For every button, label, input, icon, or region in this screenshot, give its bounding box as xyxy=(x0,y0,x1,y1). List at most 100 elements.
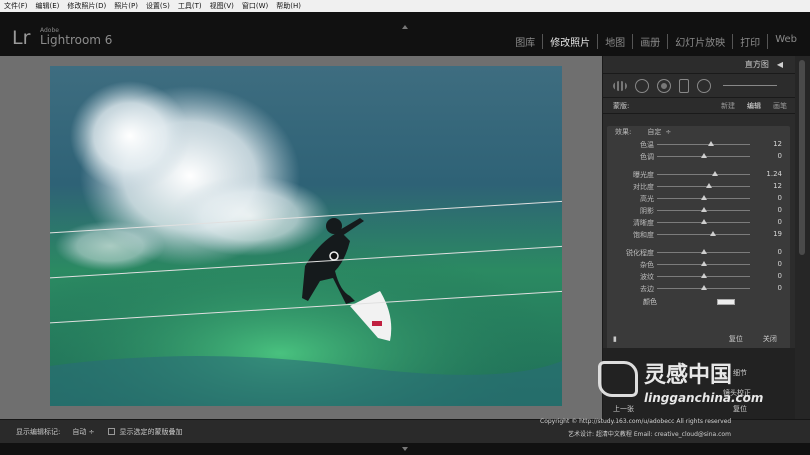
close-button[interactable]: 关闭 xyxy=(763,334,777,344)
menu-item[interactable]: 设置(S) xyxy=(146,1,170,11)
menu-item[interactable]: 编辑(E) xyxy=(36,1,60,11)
color-label: 颜色 xyxy=(643,298,657,306)
scroll-thumb[interactable] xyxy=(799,60,805,255)
menu-bar: 文件(F) 编辑(E) 修改照片(D) 照片(P) 设置(S) 工具(T) 视图(V) 窗口(… xyxy=(0,0,810,12)
mask-brush-button[interactable]: 画笔 xyxy=(773,101,787,111)
filmstrip-bar xyxy=(0,443,810,455)
slider-row: 清晰度 0 xyxy=(607,216,790,228)
copyright-line-2: 艺术设计: 超清中文教程 Email: creative_cloud@sina.… xyxy=(568,431,731,438)
gradient-filter-overlay[interactable] xyxy=(50,66,562,406)
slider-label: 波纹 xyxy=(640,273,654,281)
slider-knob[interactable] xyxy=(700,285,707,290)
slider-label: 曝光度 xyxy=(633,171,654,179)
mask-toggle-icon[interactable]: ▮ xyxy=(613,335,617,343)
slider-value[interactable]: 0 xyxy=(778,194,782,202)
slider-knob[interactable] xyxy=(700,273,707,278)
slider-knob[interactable] xyxy=(706,183,713,188)
slider-knob[interactable] xyxy=(700,195,707,200)
menu-item[interactable]: 照片(P) xyxy=(114,1,138,11)
effect-preset-select[interactable]: 自定 xyxy=(647,127,661,137)
collapse-triangle-icon[interactable]: ◀ xyxy=(777,60,783,69)
slider-knob[interactable] xyxy=(707,141,714,146)
slider-row: 饱和度 19 xyxy=(607,228,790,240)
module-5[interactable]: 打印 xyxy=(733,34,769,49)
slider-value[interactable]: 12 xyxy=(773,140,782,148)
slider-value[interactable]: 0 xyxy=(778,284,782,292)
collapse-top-arrow-icon[interactable] xyxy=(402,25,408,29)
slider-row: 色调 0 xyxy=(607,150,790,162)
slider-value[interactable]: 0 xyxy=(778,152,782,160)
effect-dropdown-icon[interactable]: ÷ xyxy=(665,128,671,136)
color-swatch[interactable] xyxy=(717,299,735,305)
slider-track[interactable] xyxy=(657,186,750,187)
slider-label: 饱和度 xyxy=(633,231,654,239)
slider-label: 清晰度 xyxy=(633,219,654,227)
slider-knob[interactable] xyxy=(700,153,707,158)
menu-item[interactable]: 工具(T) xyxy=(178,1,202,11)
mask-new-button[interactable]: 新建 xyxy=(721,101,735,111)
histogram-header[interactable]: 直方图 ◀ xyxy=(603,56,795,74)
mask-edit-button[interactable]: 编辑 xyxy=(747,101,761,111)
slider-row: 阴影 0 xyxy=(607,204,790,216)
slider-row: 波纹 0 xyxy=(607,270,790,282)
radial-filter-icon[interactable] xyxy=(679,78,689,93)
spot-removal-icon[interactable] xyxy=(635,78,649,93)
show-overlay-label: 显示编辑标记: xyxy=(16,427,61,436)
module-4[interactable]: 幻灯片放映 xyxy=(668,34,734,49)
slider-label: 阴影 xyxy=(640,207,654,215)
tool-strip xyxy=(603,74,795,98)
slider-value[interactable]: 1.24 xyxy=(766,170,782,178)
slider-value[interactable]: 0 xyxy=(778,272,782,280)
menu-item[interactable]: 窗口(W) xyxy=(242,1,268,11)
photo-canvas[interactable] xyxy=(0,56,602,419)
slider-row: 高光 0 xyxy=(607,192,790,204)
show-mask-checkbox[interactable] xyxy=(108,428,116,435)
watermark-logo-icon xyxy=(598,361,638,397)
collapse-bottom-arrow-icon[interactable] xyxy=(402,447,408,451)
module-0[interactable]: 图库 xyxy=(508,34,544,49)
effect-row: 效果: 自定 ÷ xyxy=(607,126,790,138)
menu-item[interactable]: 视图(V) xyxy=(210,1,234,11)
slider-label: 色调 xyxy=(640,153,654,161)
module-1[interactable]: 修改照片 xyxy=(543,34,599,49)
module-3[interactable]: 画册 xyxy=(633,34,669,49)
adjustment-brush-icon[interactable] xyxy=(697,78,711,93)
slider-label: 去边 xyxy=(640,285,654,293)
slider-value[interactable]: 0 xyxy=(778,248,782,256)
slider-row: 杂色 0 xyxy=(607,258,790,270)
tool-slider[interactable] xyxy=(723,85,777,86)
menu-item[interactable]: 帮助(H) xyxy=(276,1,301,11)
slider-value[interactable]: 12 xyxy=(773,182,782,190)
module-picker: 图库 修改照片 地图 画册 幻灯片放映 打印 Web xyxy=(508,34,804,49)
slider-knob[interactable] xyxy=(700,249,707,254)
graduated-filter-icon[interactable] xyxy=(657,78,671,93)
slider-label: 锐化程度 xyxy=(626,249,654,257)
overlay-mode-select[interactable]: 自动 ÷ xyxy=(72,427,94,437)
crop-overlay-icon[interactable] xyxy=(613,80,627,91)
module-6[interactable]: Web xyxy=(768,34,804,49)
mask-label: 蒙版: xyxy=(613,101,630,110)
menu-item[interactable]: 文件(F) xyxy=(4,1,28,11)
slider-value[interactable]: 0 xyxy=(778,260,782,268)
slider-knob[interactable] xyxy=(711,171,718,176)
slider-track[interactable] xyxy=(657,234,750,235)
slider-label: 色温 xyxy=(640,141,654,149)
panel-footer: ▮ 复位 关闭 xyxy=(603,331,796,347)
slider-row: 锐化程度 0 xyxy=(607,246,790,258)
slider-value[interactable]: 0 xyxy=(778,218,782,226)
slider-label: 对比度 xyxy=(633,183,654,191)
surfer-photo[interactable] xyxy=(50,66,562,406)
mask-row: 蒙版: 新建 编辑 画笔 xyxy=(603,98,795,114)
slider-knob[interactable] xyxy=(700,261,707,266)
reset-button[interactable]: 复位 xyxy=(729,334,743,344)
slider-track[interactable] xyxy=(657,174,750,175)
slider-knob[interactable] xyxy=(700,219,707,224)
copyright-line-1: Copyright © http://study.163.com/u/adobe… xyxy=(540,418,732,425)
slider-value[interactable]: 19 xyxy=(773,230,782,238)
menu-item[interactable]: 修改照片(D) xyxy=(67,1,106,11)
slider-knob[interactable] xyxy=(700,207,707,212)
module-2[interactable]: 地图 xyxy=(598,34,634,49)
slider-knob[interactable] xyxy=(709,231,716,236)
slider-value[interactable]: 0 xyxy=(778,206,782,214)
slider-track[interactable] xyxy=(657,144,750,145)
